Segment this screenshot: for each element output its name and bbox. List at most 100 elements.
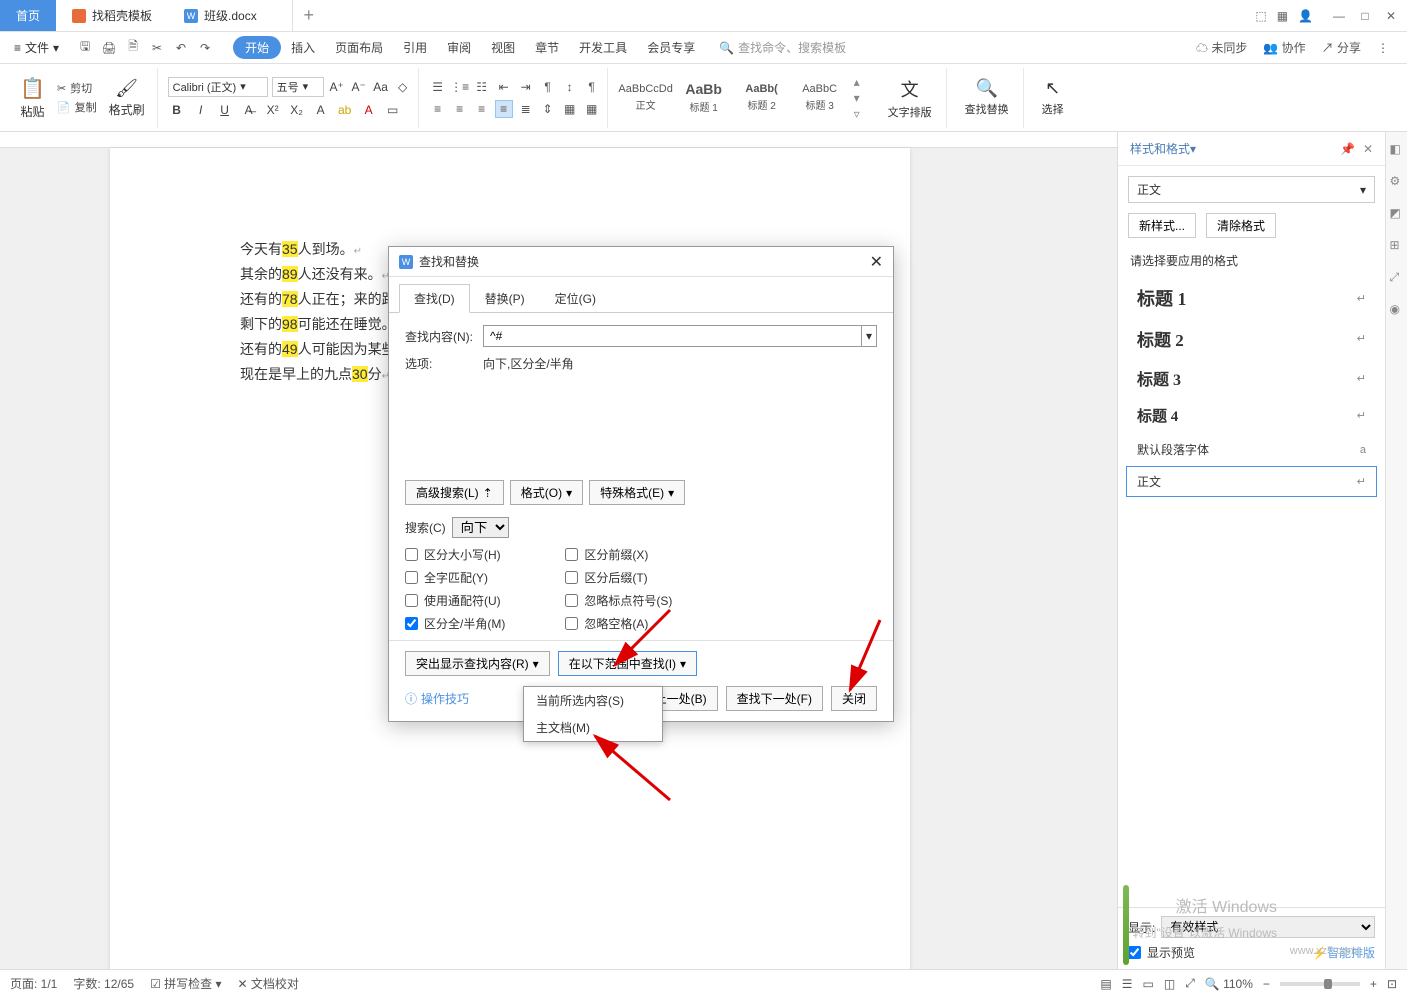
zoom-level[interactable]: 🔍 110% (1205, 977, 1253, 991)
sub-icon[interactable]: X₂ (288, 101, 306, 119)
redo-icon[interactable]: ↷ (197, 40, 213, 56)
view-icon[interactable]: ◫ (1164, 977, 1175, 991)
style-more-icon[interactable]: ▿ (854, 107, 860, 121)
text-effect-icon[interactable]: A (312, 101, 330, 119)
find-dropdown-icon[interactable]: ▾ (862, 325, 877, 347)
page-indicator[interactable]: 页面: 1/1 (10, 975, 57, 992)
menu-devtools[interactable]: 开发工具 (569, 34, 637, 61)
menu-insert[interactable]: 插入 (281, 34, 325, 61)
bullets-icon[interactable]: ☰ (429, 78, 447, 96)
menu-review[interactable]: 审阅 (437, 34, 481, 61)
sort-icon[interactable]: ↕ (561, 78, 579, 96)
bold-icon[interactable]: B (168, 101, 186, 119)
style-h1[interactable]: AaBb标题 1 (676, 72, 732, 124)
menu-reference[interactable]: 引用 (393, 34, 437, 61)
style-entry[interactable]: 标题 4↵ (1126, 398, 1377, 433)
doc-proof[interactable]: ✕ 文档校对 (238, 975, 299, 992)
format-painter[interactable]: 🖌 格式刷 (103, 78, 151, 118)
multilist-icon[interactable]: ☷ (473, 78, 491, 96)
copy-button[interactable]: 📄 复制 (57, 99, 97, 115)
close-window-button[interactable]: ✕ (1385, 10, 1397, 22)
advanced-search-button[interactable]: 高级搜索(L) ⇡ (405, 480, 504, 505)
spell-check[interactable]: ☑ 拼写检查 ▾ (150, 975, 221, 992)
menu-view[interactable]: 视图 (481, 34, 525, 61)
pin-icon[interactable]: 📌 (1340, 142, 1355, 156)
style-entry[interactable]: 正文↵ (1126, 466, 1377, 497)
find-replace-group[interactable]: 🔍查找替换 (951, 68, 1024, 128)
find-in-button[interactable]: 在以下范围中查找(I) ▾ (558, 651, 697, 676)
rail-icon[interactable]: ⊞ (1390, 238, 1404, 252)
italic-icon[interactable]: I (192, 101, 210, 119)
scrollbar-handle[interactable] (1123, 885, 1129, 965)
find-next-button[interactable]: 查找下一处(F) (726, 686, 823, 711)
indent-inc-icon[interactable]: ⇥ (517, 78, 535, 96)
coop-button[interactable]: 👥 协作 (1263, 39, 1305, 56)
undo-icon[interactable]: ↶ (173, 40, 189, 56)
view-icon[interactable]: ☰ (1122, 977, 1133, 991)
rail-icon[interactable]: ◩ (1390, 206, 1404, 220)
menu-start[interactable]: 开始 (233, 36, 281, 59)
strike-icon[interactable]: A̶ (240, 101, 258, 119)
case-icon[interactable]: Aa (372, 78, 390, 96)
highlight-results-button[interactable]: 突出显示查找内容(R) ▾ (405, 651, 550, 676)
style-h2[interactable]: AaBb(标题 2 (734, 72, 790, 124)
preview-checkbox[interactable]: 显示预览 (1128, 944, 1195, 961)
maximize-button[interactable]: □ (1359, 10, 1371, 22)
view-icon[interactable]: ▭ (1143, 977, 1154, 991)
chk-punct[interactable]: 忽略标点符号(S) (565, 592, 672, 609)
view-icon[interactable]: ▤ (1100, 977, 1111, 991)
borders-icon[interactable]: ▦ (583, 100, 601, 118)
grid-icon[interactable]: ▦ (1277, 9, 1288, 23)
indent-dec-icon[interactable]: ⇤ (495, 78, 513, 96)
font-size[interactable]: 五号 ▾ (272, 77, 324, 97)
chk-whole[interactable]: 全字匹配(Y) (405, 569, 505, 586)
menu-member[interactable]: 会员专享 (637, 34, 705, 61)
clear-format-icon[interactable]: ◇ (394, 78, 412, 96)
save-icon[interactable]: 🖫 (77, 40, 93, 56)
format-button[interactable]: 格式(O) ▾ (510, 480, 583, 505)
tips-link[interactable]: ⓘ 操作技巧 (405, 690, 469, 707)
style-entry[interactable]: 默认段落字体a (1126, 434, 1377, 465)
paste-button[interactable]: 📋 粘贴 (14, 76, 51, 120)
border-icon[interactable]: ▭ (384, 101, 402, 119)
chk-space[interactable]: 忽略空格(A) (565, 615, 672, 632)
clear-format-button[interactable]: 清除格式 (1206, 213, 1276, 238)
zoom-in-icon[interactable]: + (1370, 977, 1377, 991)
find-input[interactable] (483, 325, 862, 347)
tab-goto[interactable]: 定位(G) (540, 284, 611, 313)
preview-icon[interactable]: 🗎 (125, 40, 141, 56)
close-button[interactable]: 关闭 (831, 686, 877, 711)
tab-document[interactable]: W 班级.docx (168, 0, 293, 31)
search-direction[interactable]: 向下 (452, 517, 509, 538)
align-center-icon[interactable]: ≡ (451, 100, 469, 118)
chk-fullhalf[interactable]: 区分全/半角(M) (405, 615, 505, 632)
style-h3[interactable]: AaBbC标题 3 (792, 72, 848, 124)
dialog-close-icon[interactable]: ✕ (870, 252, 883, 272)
rail-icon[interactable]: ⤢ (1390, 270, 1404, 284)
panel-close-icon[interactable]: ✕ (1363, 142, 1373, 156)
avatar-icon[interactable]: 👤 (1298, 9, 1313, 23)
more-icon[interactable]: ⋮ (1377, 41, 1389, 55)
align-right-icon[interactable]: ≡ (473, 100, 491, 118)
print-icon[interactable]: 🖨 (101, 40, 117, 56)
menu-chapter[interactable]: 章节 (525, 34, 569, 61)
showmarks-icon[interactable]: ¶ (583, 78, 601, 96)
font-family[interactable]: Calibri (正文) ▾ (168, 77, 268, 97)
share-button[interactable]: ↗ 分享 (1322, 39, 1361, 56)
sync-status[interactable]: ☁ 未同步 (1196, 39, 1247, 56)
new-style-button[interactable]: 新样式... (1128, 213, 1196, 238)
cut-button[interactable]: ✂ 剪切 (57, 80, 97, 96)
layout-icon[interactable]: ⬚ (1255, 9, 1266, 23)
highlight-icon[interactable]: ab (336, 101, 354, 119)
menu-pagelayout[interactable]: 页面布局 (325, 34, 393, 61)
rail-icon[interactable]: ⚙ (1390, 174, 1404, 188)
style-body[interactable]: AaBbCcDd正文 (618, 72, 674, 124)
special-format-button[interactable]: 特殊格式(E) ▾ (589, 480, 685, 505)
align-left-icon[interactable]: ≡ (429, 100, 447, 118)
dd-current-selection[interactable]: 当前所选内容(S) (524, 687, 662, 714)
line-spacing-icon[interactable]: ⇕ (539, 100, 557, 118)
view-icon[interactable]: ⤢ (1185, 976, 1195, 991)
ltr-icon[interactable]: ¶ (539, 78, 557, 96)
cut-icon[interactable]: ✂ (149, 40, 165, 56)
rail-icon[interactable]: ◉ (1390, 302, 1404, 316)
